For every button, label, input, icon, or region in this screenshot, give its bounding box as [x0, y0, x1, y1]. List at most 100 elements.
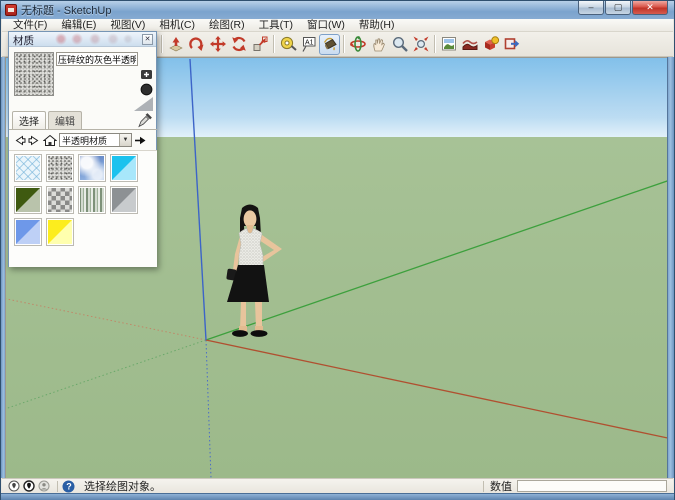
- credit-button[interactable]: [23, 480, 35, 492]
- paint-bucket-tool-button[interactable]: [319, 34, 340, 55]
- menu-camera[interactable]: 相机(C): [152, 19, 202, 32]
- toggle-terrain-icon: [461, 35, 479, 53]
- signin-person-icon: [38, 480, 50, 492]
- materials-panel-close-button[interactable]: ✕: [142, 34, 153, 45]
- get-current-view-button[interactable]: [438, 34, 459, 55]
- share-model-icon: [503, 35, 521, 53]
- home-button[interactable]: [42, 133, 57, 147]
- material-name-field[interactable]: [56, 52, 138, 66]
- material-preview-thumbnail: [14, 52, 54, 96]
- signin-button[interactable]: [38, 480, 50, 492]
- window-left-frame: [1, 57, 5, 478]
- material-swatch-grid: [9, 150, 157, 267]
- create-material-icon: [140, 68, 153, 81]
- home-icon: [43, 134, 57, 147]
- titlebar[interactable]: 无标题 - SketchUp ‒ ▢ ✕: [1, 1, 674, 19]
- dimension-text-tool-button[interactable]: A1: [298, 34, 319, 55]
- sample-paint-button[interactable]: [137, 111, 152, 131]
- materials-tabs: 选择 编辑: [9, 115, 157, 130]
- set-default-material-icon: [140, 83, 153, 96]
- geolocation-icon: [8, 480, 20, 492]
- menu-help[interactable]: 帮助(H): [352, 19, 402, 32]
- menu-window[interactable]: 窗口(W): [300, 19, 352, 32]
- menu-file[interactable]: 文件(F): [6, 19, 54, 32]
- materials-nav-row: 半透明材质 ▼: [9, 132, 157, 148]
- materials-panel-title: 材质: [13, 33, 34, 48]
- sketchup-window: 无标题 - SketchUp ‒ ▢ ✕ 文件(F) 编辑(E) 视图(V) 相…: [0, 0, 675, 500]
- materials-panel-body: 选择 编辑: [9, 47, 156, 267]
- measurement-label: 数值: [490, 478, 512, 494]
- zoom-extents-icon: [412, 35, 430, 53]
- svg-text:?: ?: [66, 481, 72, 491]
- window-bottom-frame: [1, 493, 674, 500]
- tab-edit[interactable]: 编辑: [48, 111, 82, 129]
- forward-button[interactable]: [27, 133, 42, 147]
- scale-icon: [251, 35, 269, 53]
- material-swatch-gray[interactable]: [110, 186, 138, 214]
- minimize-button[interactable]: ‒: [578, 1, 604, 15]
- dimension-text-icon: A1: [300, 35, 318, 53]
- add-building-icon: [482, 35, 500, 53]
- push-pull-tool-button[interactable]: [165, 34, 186, 55]
- window-right-frame: [667, 57, 674, 478]
- measurement-input[interactable]: [517, 480, 667, 492]
- material-swatch-blue[interactable]: [14, 218, 42, 246]
- move-tool-button[interactable]: [207, 34, 228, 55]
- material-swatch-stripes[interactable]: [78, 186, 106, 214]
- back-button[interactable]: [12, 133, 27, 147]
- share-model-button[interactable]: [501, 34, 522, 55]
- add-building-button[interactable]: [480, 34, 501, 55]
- menu-edit[interactable]: 编辑(E): [54, 19, 103, 32]
- tape-measure-tool-button[interactable]: [277, 34, 298, 55]
- push-pull-icon: [167, 35, 185, 53]
- tab-select[interactable]: 选择: [12, 111, 46, 129]
- geolocation-button[interactable]: [8, 480, 20, 492]
- menu-view[interactable]: 视图(V): [103, 19, 152, 32]
- zoom-icon: [391, 35, 409, 53]
- material-swatch-cyan[interactable]: [110, 154, 138, 182]
- scale-tool-button[interactable]: [249, 34, 270, 55]
- zoom-extents-tool-button[interactable]: [410, 34, 431, 55]
- material-swatch-crushed-gray[interactable]: [46, 154, 74, 182]
- zoom-tool-button[interactable]: [389, 34, 410, 55]
- tape-measure-icon: [279, 35, 297, 53]
- follow-me-icon: [188, 35, 206, 53]
- sketchup-logo-icon: [5, 4, 17, 16]
- materials-panel-titlebar[interactable]: 材质 ✕: [9, 32, 156, 47]
- help-icon: ?: [62, 480, 75, 493]
- svg-text:A1: A1: [305, 40, 314, 47]
- help-button[interactable]: ?: [62, 480, 75, 493]
- toggle-terrain-button[interactable]: [459, 34, 480, 55]
- credit-icon: [23, 480, 35, 492]
- maximize-button[interactable]: ▢: [605, 1, 631, 15]
- material-swatch-gray-blocks[interactable]: [46, 186, 74, 214]
- create-material-button[interactable]: [140, 68, 153, 81]
- orbit-tool-button[interactable]: [347, 34, 368, 55]
- collection-name: 半透明材质: [60, 134, 119, 147]
- sample-color-triangle: [134, 97, 153, 111]
- rotate-tool-button[interactable]: [228, 34, 249, 55]
- back-arrow-icon: [13, 134, 26, 147]
- set-default-material-button[interactable]: [140, 83, 153, 96]
- orbit-icon: [349, 35, 367, 53]
- status-message: 选择绘图对象。: [84, 478, 161, 494]
- menu-tools[interactable]: 工具(T): [252, 19, 300, 32]
- material-swatch-sky[interactable]: [78, 154, 106, 182]
- material-swatch-safety-glass[interactable]: [14, 154, 42, 182]
- rotate-icon: [230, 35, 248, 53]
- move-icon: [209, 35, 227, 53]
- material-swatch-olive[interactable]: [14, 186, 42, 214]
- material-collection-dropdown[interactable]: 半透明材质 ▼: [59, 133, 132, 147]
- close-button[interactable]: ✕: [632, 1, 668, 15]
- eyedropper-icon: [137, 111, 152, 128]
- dropdown-arrow-icon[interactable]: ▼: [119, 134, 131, 146]
- details-button[interactable]: [132, 133, 147, 147]
- paint-bucket-icon: [321, 35, 339, 53]
- materials-panel: 材质 ✕ 选择 编辑: [8, 31, 157, 267]
- follow-me-tool-button[interactable]: [186, 34, 207, 55]
- statusbar: ? 选择绘图对象。 数值: [2, 478, 673, 493]
- menu-draw[interactable]: 绘图(R): [202, 19, 252, 32]
- material-swatch-yellow[interactable]: [46, 218, 74, 246]
- pan-tool-button[interactable]: [368, 34, 389, 55]
- window-title: 无标题 - SketchUp: [21, 2, 111, 18]
